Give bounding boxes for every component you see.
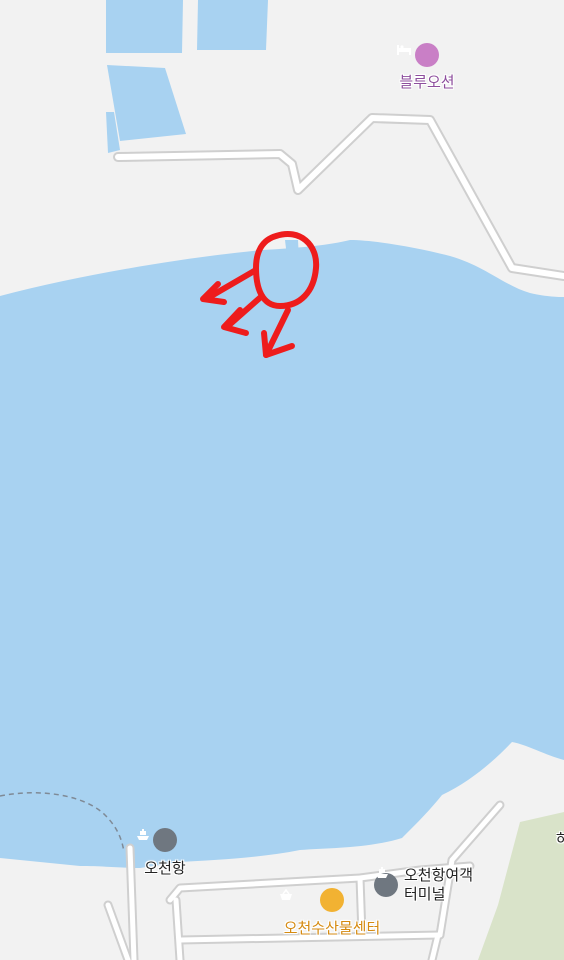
map-canvas — [0, 0, 564, 960]
poi-label: 오천항 — [144, 859, 186, 877]
poi-ferry-terminal[interactable]: 오천항여객 터미널 — [374, 866, 473, 904]
poi-blue-ocean[interactable]: 블루오션 — [396, 43, 458, 92]
poi-ocheon-port[interactable]: 오천항 — [135, 828, 195, 878]
ship-icon — [137, 828, 177, 852]
pond — [106, 0, 183, 53]
clipped-poi-label: 하 — [556, 830, 564, 848]
poi-label: 오천수산물센터 — [283, 919, 381, 937]
poi-label: 오천항여객 터미널 — [404, 866, 474, 903]
map-view[interactable]: 블루오션 오천항 오천항여객 터미널 오천수산물센터 하 — [0, 0, 564, 960]
poi-label: 블루오션 — [399, 73, 455, 91]
bed-icon — [397, 43, 439, 67]
poi-seafood-center[interactable]: 오천수산물센터 — [278, 888, 386, 938]
basket-icon — [280, 888, 344, 912]
pond — [197, 0, 268, 50]
